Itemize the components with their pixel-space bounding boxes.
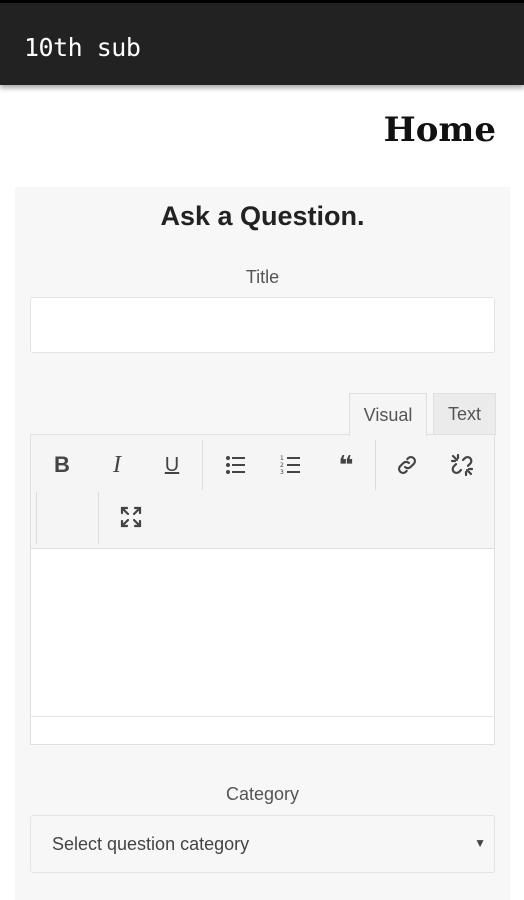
app-bar: 10th sub bbox=[0, 0, 524, 85]
ask-question-form: Ask a Question. Title Visual Text B I U bbox=[15, 187, 510, 900]
toolbar-separator bbox=[36, 492, 37, 544]
svg-text:1: 1 bbox=[280, 455, 284, 462]
fullscreen-icon bbox=[119, 505, 143, 529]
bulleted-list-button[interactable] bbox=[218, 447, 254, 483]
category-select[interactable]: Select question category ▼ bbox=[30, 815, 495, 873]
page-heading: Home bbox=[383, 110, 496, 150]
editor-status-bar bbox=[31, 716, 494, 744]
category-label: Category bbox=[225, 784, 300, 804]
bulleted-list-icon bbox=[225, 455, 247, 475]
svg-text:3: 3 bbox=[280, 469, 284, 476]
tab-text[interactable]: Text bbox=[433, 393, 496, 435]
bold-icon: B bbox=[54, 452, 70, 477]
category-select-value: Select question category bbox=[52, 833, 250, 854]
blockquote-button[interactable]: ❝ bbox=[328, 447, 364, 483]
question-body-editor[interactable] bbox=[30, 549, 495, 745]
svg-text:2: 2 bbox=[280, 462, 284, 469]
remove-link-button[interactable] bbox=[444, 447, 480, 483]
dropdown-arrow-icon: ▼ bbox=[474, 836, 486, 850]
fullscreen-button[interactable] bbox=[113, 499, 149, 535]
app-title: 10th sub bbox=[24, 33, 141, 62]
blockquote-icon: ❝ bbox=[338, 449, 354, 480]
remove-link-icon bbox=[450, 453, 474, 477]
numbered-list-icon: 1 2 3 bbox=[280, 454, 302, 476]
underline-icon: U bbox=[164, 453, 180, 476]
editor-toolbar: B I U 1 2 3 ❝ bbox=[30, 434, 495, 549]
toolbar-separator bbox=[98, 492, 99, 544]
numbered-list-button[interactable]: 1 2 3 bbox=[273, 447, 309, 483]
underline-button[interactable]: U bbox=[154, 447, 190, 483]
insert-link-button[interactable] bbox=[389, 447, 425, 483]
toolbar-separator bbox=[375, 440, 376, 490]
italic-icon: I bbox=[113, 451, 121, 478]
toolbar-separator bbox=[202, 440, 203, 490]
italic-button[interactable]: I bbox=[99, 447, 135, 483]
form-title: Ask a Question. bbox=[160, 201, 365, 231]
title-input[interactable] bbox=[30, 297, 495, 353]
title-label: Title bbox=[245, 267, 280, 287]
insert-link-icon bbox=[395, 453, 419, 477]
bold-button[interactable]: B bbox=[44, 447, 80, 483]
tab-visual[interactable]: Visual bbox=[349, 393, 427, 436]
